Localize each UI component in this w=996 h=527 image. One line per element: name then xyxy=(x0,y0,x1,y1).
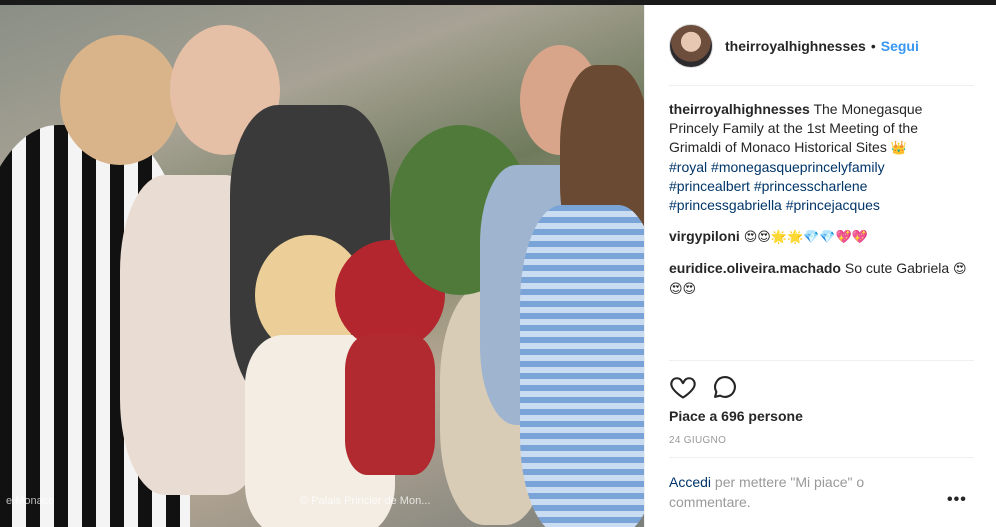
header-username[interactable]: theirroyalhighnesses xyxy=(725,38,866,54)
header-divider xyxy=(669,85,974,86)
header-separator: • xyxy=(870,38,876,54)
follow-button[interactable]: Segui xyxy=(881,38,919,54)
caption-emoji: 👑 xyxy=(890,141,907,156)
comment-bubble-icon[interactable] xyxy=(711,373,739,401)
hashtag-princessgabriella[interactable]: #princessgabriella xyxy=(669,197,782,213)
heart-icon[interactable] xyxy=(669,373,697,401)
caption: theirroyalhighnesses The Monegasque Prin… xyxy=(669,100,969,215)
hashtag-royal[interactable]: #royal xyxy=(669,159,707,175)
post-photo[interactable]: e Monaco © Palais Princier de Mon... xyxy=(0,5,644,527)
login-link[interactable]: Accedi xyxy=(669,474,711,490)
post-sidebar: theirroyalhighnesses • Segui theirroyalh… xyxy=(644,5,996,527)
girl-figure xyxy=(345,335,435,475)
comment-item: virgypiloni 😍😍🌟🌟💎💎💖💖 xyxy=(669,227,969,247)
woman-head xyxy=(60,35,180,165)
actions-divider xyxy=(669,360,974,361)
comment-username[interactable]: euridice.oliveira.machado xyxy=(669,260,841,276)
comment-text: So cute Gabriela xyxy=(844,260,950,276)
comment-username[interactable]: virgypiloni xyxy=(669,228,740,244)
hashtag-princejacques[interactable]: #princejacques xyxy=(786,197,880,213)
post-actions xyxy=(669,372,753,402)
hashtag-princealbert[interactable]: #princealbert xyxy=(669,178,750,194)
post-date[interactable]: 24 GIUGNO xyxy=(669,435,726,446)
comments-list: theirroyalhighnesses The Monegasque Prin… xyxy=(669,100,969,311)
login-prompt: Accedi per mettere "Mi piace" o commenta… xyxy=(669,472,929,512)
login-divider xyxy=(669,457,974,458)
photo-credit: © Palais Princier de Mon... xyxy=(300,495,431,507)
post-header: theirroyalhighnesses • Segui xyxy=(669,23,974,69)
hashtag-princesscharlene[interactable]: #princesscharlene xyxy=(754,178,868,194)
more-options-icon[interactable]: ••• xyxy=(947,491,967,509)
checked-shirt-figure xyxy=(520,205,644,527)
hashtag-monegasqueprincelyfamily[interactable]: #monegasqueprincelyfamily xyxy=(711,159,885,175)
photo-credit-left: e Monaco xyxy=(6,495,55,507)
comment-emoji: 😍😍🌟🌟💎💎💖💖 xyxy=(743,230,868,245)
comment-item: euridice.oliveira.machado So cute Gabrie… xyxy=(669,259,969,299)
caption-username[interactable]: theirroyalhighnesses xyxy=(669,101,810,117)
avatar[interactable] xyxy=(669,24,713,68)
likes-count[interactable]: Piace a 696 persone xyxy=(669,408,803,424)
